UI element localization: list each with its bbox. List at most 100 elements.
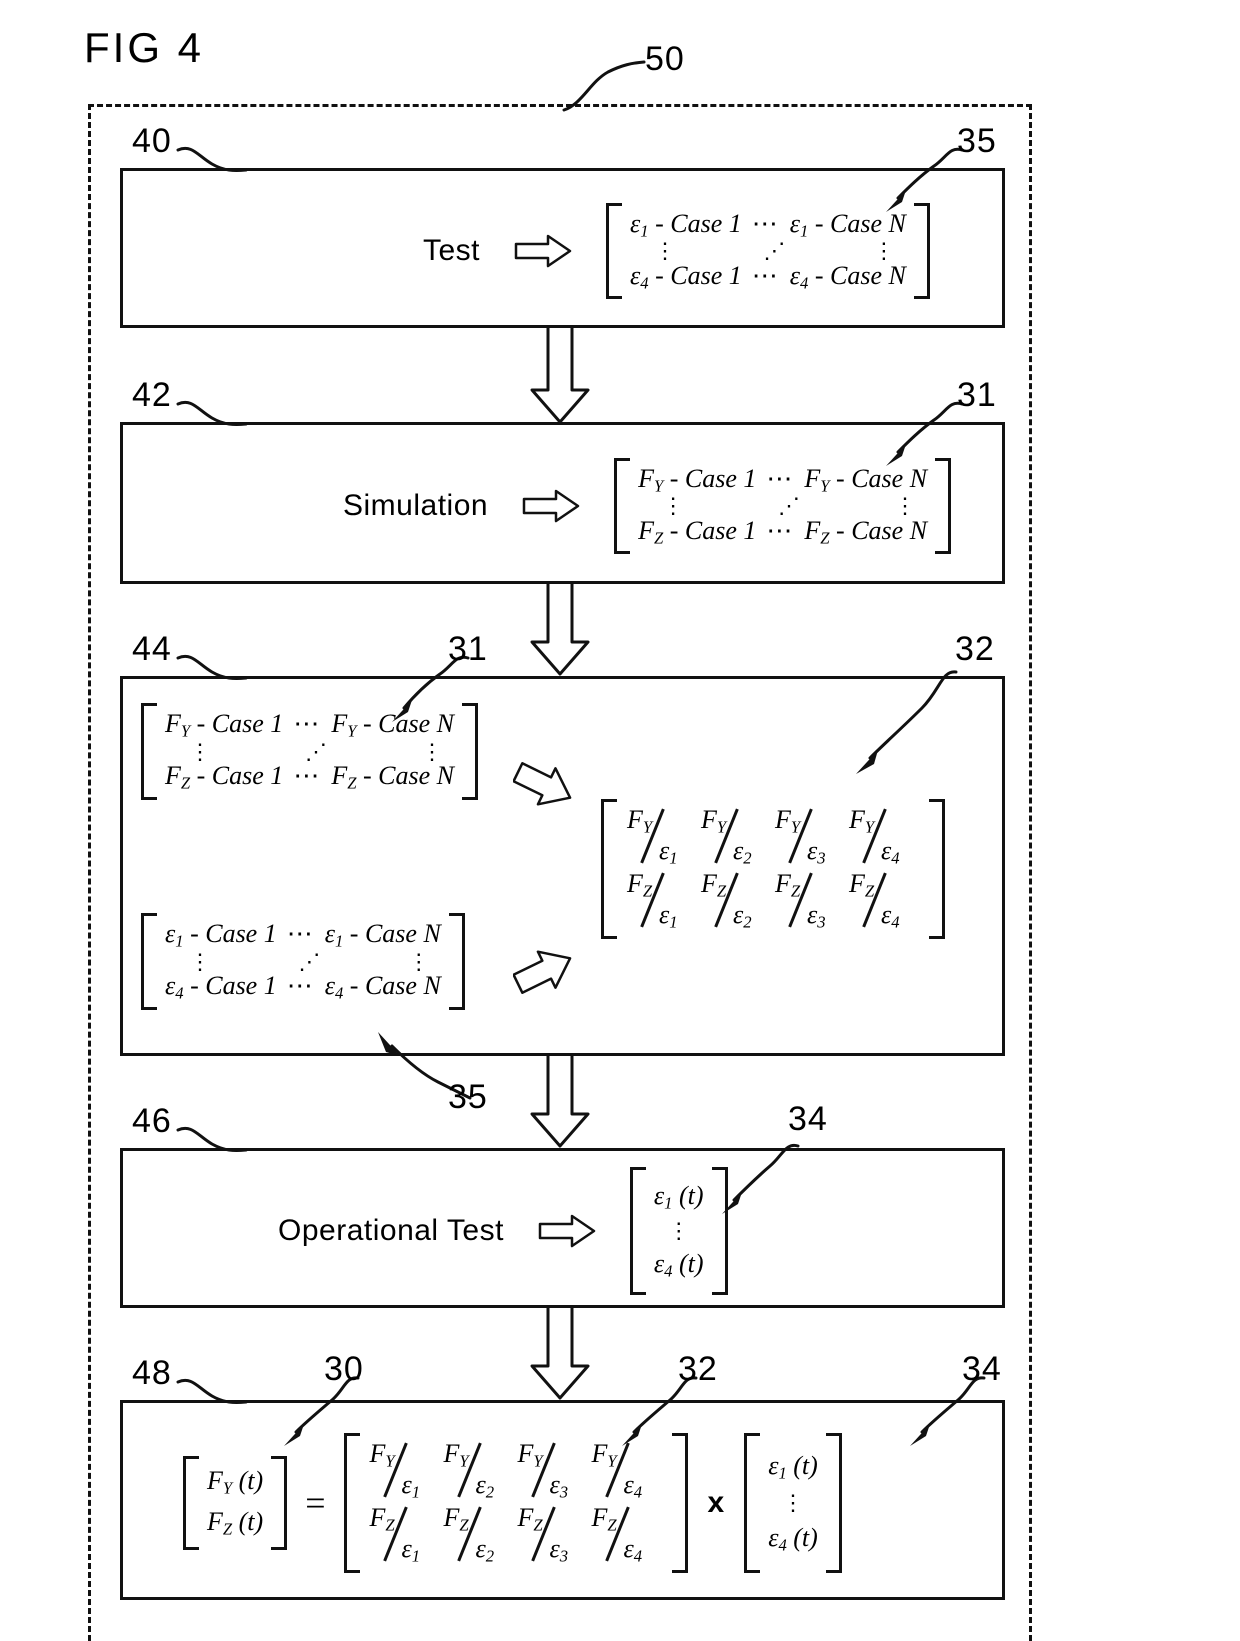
ref-number-31-in-44: 31 [448,630,488,668]
horizontal-dots: ⋯ [766,515,795,545]
matrix-row: ε1 - Case 1 ⋯ ε1 - Case N [165,919,441,952]
connector-arrow-42-44 [530,584,590,676]
flow-arrow-icon [512,761,575,814]
matrix-cell: FZ - Case N [804,515,928,548]
sensitivity-cell-fz-e1: FZ ε1 [369,1503,421,1566]
sensitivity-cell-fz-e3: FZ ε3 [517,1503,569,1566]
operational-strain-vector: ε1 (t) ⋮ ε4 (t) [744,1433,842,1573]
vector-cell: ε4 (t) [768,1522,818,1555]
sensitivity-cell-fz-e2: FZ ε2 [443,1503,495,1566]
flow-arrow-icon [514,234,572,268]
vertical-dots: ⋮ [189,948,212,974]
ref-number-32-in-44: 32 [955,630,995,668]
simulation-stage-label: Simulation [343,489,489,522]
horizontal-dots: ⋯ [766,463,795,493]
leader-line-31-top [886,401,964,466]
matrix-dots-row: ⋮ ⋰ ⋮ [638,493,927,519]
horizontal-dots: ⋯ [286,971,315,1001]
operational-test-flow-row: Operational Test ε1 (t) ⋮ ε4 (t) [278,1151,728,1311]
ref-number-34-in-46: 34 [788,1100,828,1138]
diagonal-dots: ⋰ [304,738,328,764]
vector-cell: FZ (t) [207,1507,264,1539]
horizontal-dots: ⋯ [751,208,780,238]
sensitivity-cell-fz-e1: FZ ε1 [627,869,678,932]
vertical-dots: ⋮ [189,738,212,764]
vector-cell: ε1 (t) [768,1450,818,1483]
matrix-body: FY (t) FZ (t) [199,1456,271,1549]
ref-number-35-top: 35 [957,122,997,160]
matrix-cell: ε4 - Case 1 [165,971,277,1003]
vertical-dots: ⋮ [894,493,918,519]
multiplication-sign: x [707,1486,725,1519]
process-box-final-equation: FY (t) FZ (t) = FY ε1 FY ε2 FY ε3 FY ε4 … [120,1400,1005,1600]
diagonal-dots: ⋰ [778,493,802,519]
ref-number-40: 40 [132,122,172,160]
horizontal-dots: ⋯ [751,260,780,290]
leader-line-32-in-44 [856,670,958,774]
flow-arrow-icon [512,947,575,1000]
bracket-left [614,457,631,555]
vertical-dots: ⋮ [781,1490,804,1516]
ref-number-50: 50 [645,40,685,78]
vector-cell: ε1 (t) [653,1180,704,1213]
ref-number-30: 30 [324,1350,364,1388]
leader-line-34-in-46 [722,1143,800,1214]
ref-number-42: 42 [132,376,172,414]
sensitivity-cell-fy-e3: FY ε3 [775,805,826,868]
vertical-dots: ⋮ [407,948,431,974]
simulation-flow-row: Simulation FY - Case 1 ⋯ FY - Case N ⋮ ⋰… [343,425,952,587]
matrix-dots-row: ⋮ ⋰ ⋮ [165,948,441,974]
ref-number-44: 44 [132,630,172,668]
ref-number-31-top: 31 [957,376,997,414]
bracket-right [448,913,465,1010]
bracket-left [183,1456,199,1550]
sensitivity-cell-fy-e4: FY ε4 [849,805,900,868]
operational-test-stage-label: Operational Test [278,1214,504,1247]
sensitivity-cell-fz-e4: FZ ε4 [849,869,900,932]
sensitivity-cell-fy-e3: FY ε3 [517,1439,569,1502]
test-flow-row: Test ε1 - Case 1 ⋯ ε1 - Case N ⋮ ⋰ ⋮ ε4 … [423,171,930,331]
matrix-row: FZ - Case 1 ⋯ FZ - Case N [638,516,927,549]
ref-number-35-in-44: 35 [448,1078,488,1116]
bracket-left [601,799,617,939]
matrix-row: FZ - Case 1 ⋯ FZ - Case N [165,761,454,794]
sensitivity-cell-fy-e1: FY ε1 [627,805,678,868]
ref-number-32-in-48: 32 [678,1350,718,1388]
leader-line-46 [176,1127,248,1152]
matrix-row: FZ ε1 FZ ε2 FZ ε3 FZ ε4 [368,1503,664,1567]
bracket-left [141,703,157,800]
leader-line-35-top [886,147,964,212]
force-vector: FY (t) FZ (t) [183,1456,288,1550]
vertical-dots: ⋮ [872,238,896,264]
vector-cell: ε4 (t) [653,1248,704,1281]
strain-case-matrix: ε1 - Case 1 ⋯ ε1 - Case N ⋮ ⋰ ⋮ ε4 - Cas… [141,913,465,1010]
test-stage-label: Test [423,234,481,267]
matrix-cell: ε1 - Case N [324,919,441,951]
diagonal-dots: ⋰ [763,238,787,264]
leader-line-40 [176,147,248,172]
matrix-cell: ε4 - Case N [789,260,906,293]
leader-line-48 [176,1379,248,1404]
matrix-body: ε1 (t) ⋮ ε4 (t) [760,1433,826,1573]
vertical-dots: ⋮ [662,493,686,519]
matrix-row: FZ ε1 FZ ε2 FZ ε3 FZ ε4 [625,869,921,933]
figure-title: FIG 4 [84,24,205,71]
sensitivity-cell-fz-e2: FZ ε2 [701,869,752,932]
bracket-right [825,1433,842,1573]
bracket-left [141,913,157,1010]
vertical-dots: ⋮ [420,738,444,764]
connector-arrow-40-42 [530,328,590,424]
bracket-left [606,202,623,300]
flow-arrow-icon [522,489,580,523]
ref-number-34-in-48: 34 [962,1350,1002,1388]
vertical-dots: ⋮ [667,1218,690,1244]
matrix-body: FY ε1 FY ε2 FY ε3 FY ε4 FZ ε1 FZ ε2 FZ ε… [617,799,929,939]
matrix-cell: ε1 - Case 1 [165,919,277,951]
matrix-dots-row: ⋮ ⋰ ⋮ [630,238,906,264]
bracket-left [629,1167,646,1295]
matrix-cell: ε4 - Case N [324,971,441,1003]
vertical-dots: ⋮ [654,238,678,264]
matrix-cell: FZ - Case 1 [638,515,757,548]
bracket-left [744,1433,761,1573]
leader-line-44 [176,655,248,680]
